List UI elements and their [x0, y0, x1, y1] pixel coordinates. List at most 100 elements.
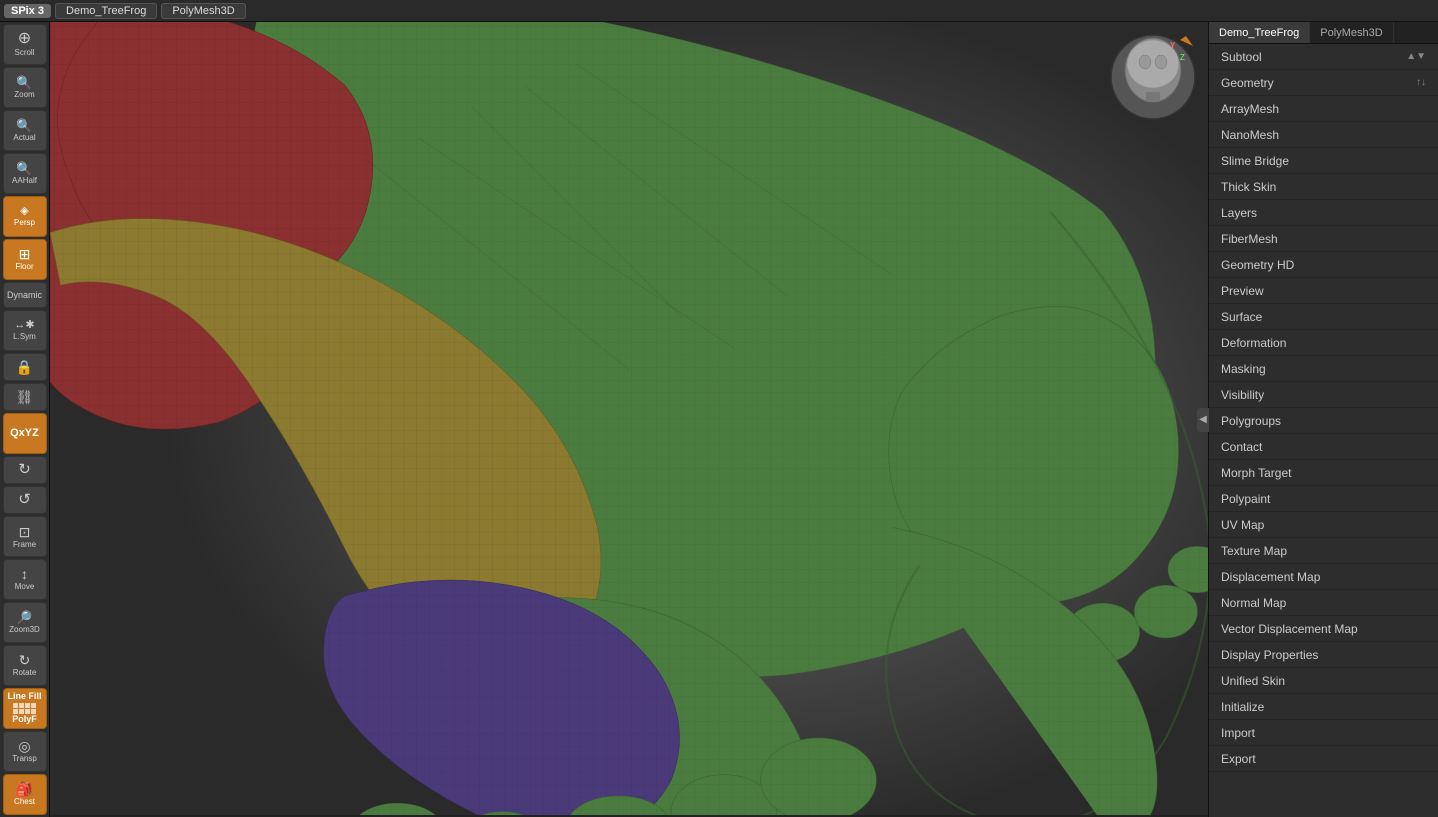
menu-item-vector-displacement-map[interactable]: Vector Displacement Map	[1209, 616, 1438, 642]
qxyz-icon: QxYZ	[10, 428, 39, 439]
menu-item-geometry[interactable]: Geometry ↑↓	[1209, 70, 1438, 96]
move-button[interactable]: ↕ Move	[3, 559, 47, 600]
deformation-label: Deformation	[1221, 336, 1286, 350]
transp-button[interactable]: ◎ Transp	[3, 731, 47, 772]
menu-item-visibility[interactable]: Visibility	[1209, 382, 1438, 408]
collapse-panel-button[interactable]: ◀	[1197, 408, 1209, 432]
aahalf-button[interactable]: 🔍 AAHalf	[3, 153, 47, 194]
sym1-icon: ↻	[18, 462, 31, 477]
normal-map-label: Normal Map	[1221, 596, 1286, 610]
subtool-arrow: ▲▼	[1406, 51, 1426, 62]
layers-label: Layers	[1221, 206, 1257, 220]
actual-label: Actual	[13, 133, 35, 142]
persp-label: Persp	[14, 218, 35, 227]
actual-icon: 🔍	[16, 119, 32, 132]
menu-item-polypaint[interactable]: Polypaint	[1209, 486, 1438, 512]
lock-icon: 🔒	[16, 360, 33, 374]
zoom3d-label: Zoom3D	[9, 625, 40, 634]
rotate-button[interactable]: ↻ Rotate	[3, 645, 47, 686]
tab-demo-treefrog[interactable]: Demo_TreeFrog	[55, 3, 157, 19]
sym2-icon: ↺	[18, 492, 31, 507]
preview-label: Preview	[1221, 284, 1264, 298]
tab-polymesh3d[interactable]: PolyMesh3D	[161, 3, 245, 19]
frame-icon: ⊡	[19, 525, 31, 539]
floor-icon: ⊞	[19, 247, 31, 261]
spix-badge[interactable]: SPix 3	[4, 4, 51, 18]
zoom-icon: 🔍	[16, 76, 32, 89]
menu-item-thick-skin[interactable]: Thick Skin	[1209, 174, 1438, 200]
menu-item-surface[interactable]: Surface	[1209, 304, 1438, 330]
masking-label: Masking	[1221, 362, 1266, 376]
menu-item-export[interactable]: Export	[1209, 746, 1438, 772]
dynamic-button[interactable]: Dynamic	[3, 282, 47, 308]
menu-item-arraymesh[interactable]: ArrayMesh	[1209, 96, 1438, 122]
canvas-area[interactable]: Y Z	[50, 22, 1208, 817]
vector-displacement-map-label: Vector Displacement Map	[1221, 622, 1358, 636]
geometry-label: Geometry	[1221, 76, 1274, 90]
frame-button[interactable]: ⊡ Frame	[3, 516, 47, 557]
menu-item-normal-map[interactable]: Normal Map	[1209, 590, 1438, 616]
menu-item-slime-bridge[interactable]: Slime Bridge	[1209, 148, 1438, 174]
tab-demo-treefrog[interactable]: Demo_TreeFrog	[1209, 22, 1310, 43]
unified-skin-label: Unified Skin	[1221, 674, 1285, 688]
scroll-label: Scroll	[14, 48, 34, 57]
morph-target-label: Morph Target	[1221, 466, 1291, 480]
menu-item-texture-map[interactable]: Texture Map	[1209, 538, 1438, 564]
dynamic-label: Dynamic	[7, 290, 42, 300]
polygroups-label: Polygroups	[1221, 414, 1281, 428]
menu-item-nanomesh[interactable]: NanoMesh	[1209, 122, 1438, 148]
floor-label: Floor	[15, 262, 33, 271]
scroll-button[interactable]: ⊕ Scroll	[3, 24, 47, 65]
initialize-label: Initialize	[1221, 700, 1264, 714]
menu-item-layers[interactable]: Layers	[1209, 200, 1438, 226]
lock-button[interactable]: 🔒	[3, 353, 47, 381]
menu-item-masking[interactable]: Masking	[1209, 356, 1438, 382]
frog-model	[50, 22, 1208, 817]
menu-item-fibermesh[interactable]: FiberMesh	[1209, 226, 1438, 252]
arraymesh-label: ArrayMesh	[1221, 102, 1279, 116]
fibermesh-label: FiberMesh	[1221, 232, 1278, 246]
3d-navigator[interactable]: Y Z	[1108, 32, 1198, 122]
transp-icon: ◎	[18, 739, 30, 753]
main-area: ⊕ Scroll 🔍 Zoom 🔍 Actual 🔍 AAHalf ◈ Pers…	[0, 22, 1438, 817]
thick-skin-label: Thick Skin	[1221, 180, 1276, 194]
chest-icon: 🎒	[16, 782, 33, 796]
sym1-button[interactable]: ↻	[3, 456, 47, 484]
menu-item-polygroups[interactable]: Polygroups	[1209, 408, 1438, 434]
slime-bridge-label: Slime Bridge	[1221, 154, 1289, 168]
floor-button[interactable]: ⊞ Floor	[3, 239, 47, 280]
chain-button[interactable]: ⛓	[3, 383, 47, 411]
rotate-label: Rotate	[13, 668, 37, 677]
tab-polymesh3d[interactable]: PolyMesh3D	[1310, 22, 1393, 43]
top-bar: SPix 3 Demo_TreeFrog PolyMesh3D	[0, 0, 1438, 22]
lsym-label: L.Sym	[13, 332, 36, 341]
svg-text:Z: Z	[1180, 53, 1185, 62]
chest-button[interactable]: 🎒 Chest	[3, 774, 47, 815]
menu-item-contact[interactable]: Contact	[1209, 434, 1438, 460]
menu-item-initialize[interactable]: Initialize	[1209, 694, 1438, 720]
texture-map-label: Texture Map	[1221, 544, 1287, 558]
menu-item-displacement-map[interactable]: Displacement Map	[1209, 564, 1438, 590]
qxyz-button[interactable]: QxYZ	[3, 413, 47, 454]
scroll-icon: ⊕	[18, 31, 31, 47]
actual-button[interactable]: 🔍 Actual	[3, 110, 47, 151]
persp-button[interactable]: ◈ Persp	[3, 196, 47, 237]
display-properties-label: Display Properties	[1221, 648, 1318, 662]
zoom-button[interactable]: 🔍 Zoom	[3, 67, 47, 108]
menu-item-unified-skin[interactable]: Unified Skin	[1209, 668, 1438, 694]
left-toolbar: ⊕ Scroll 🔍 Zoom 🔍 Actual 🔍 AAHalf ◈ Pers…	[0, 22, 50, 817]
lsym-button[interactable]: ↔✱ L.Sym	[3, 310, 47, 351]
menu-item-morph-target[interactable]: Morph Target	[1209, 460, 1438, 486]
sym2-button[interactable]: ↺	[3, 486, 47, 514]
zoom-label: Zoom	[14, 90, 34, 99]
polyf-button[interactable]: Line Fill PolyF	[3, 688, 47, 729]
right-panel: ◀ Demo_TreeFrog PolyMesh3D Subtool ▲▼ Ge…	[1208, 22, 1438, 817]
menu-item-geometry-hd[interactable]: Geometry HD	[1209, 252, 1438, 278]
menu-item-uv-map[interactable]: UV Map	[1209, 512, 1438, 538]
menu-item-import[interactable]: Import	[1209, 720, 1438, 746]
zoom3d-button[interactable]: 🔎 Zoom3D	[3, 602, 47, 643]
menu-item-deformation[interactable]: Deformation	[1209, 330, 1438, 356]
menu-item-display-properties[interactable]: Display Properties	[1209, 642, 1438, 668]
menu-item-preview[interactable]: Preview	[1209, 278, 1438, 304]
menu-item-subtool[interactable]: Subtool ▲▼	[1209, 44, 1438, 70]
